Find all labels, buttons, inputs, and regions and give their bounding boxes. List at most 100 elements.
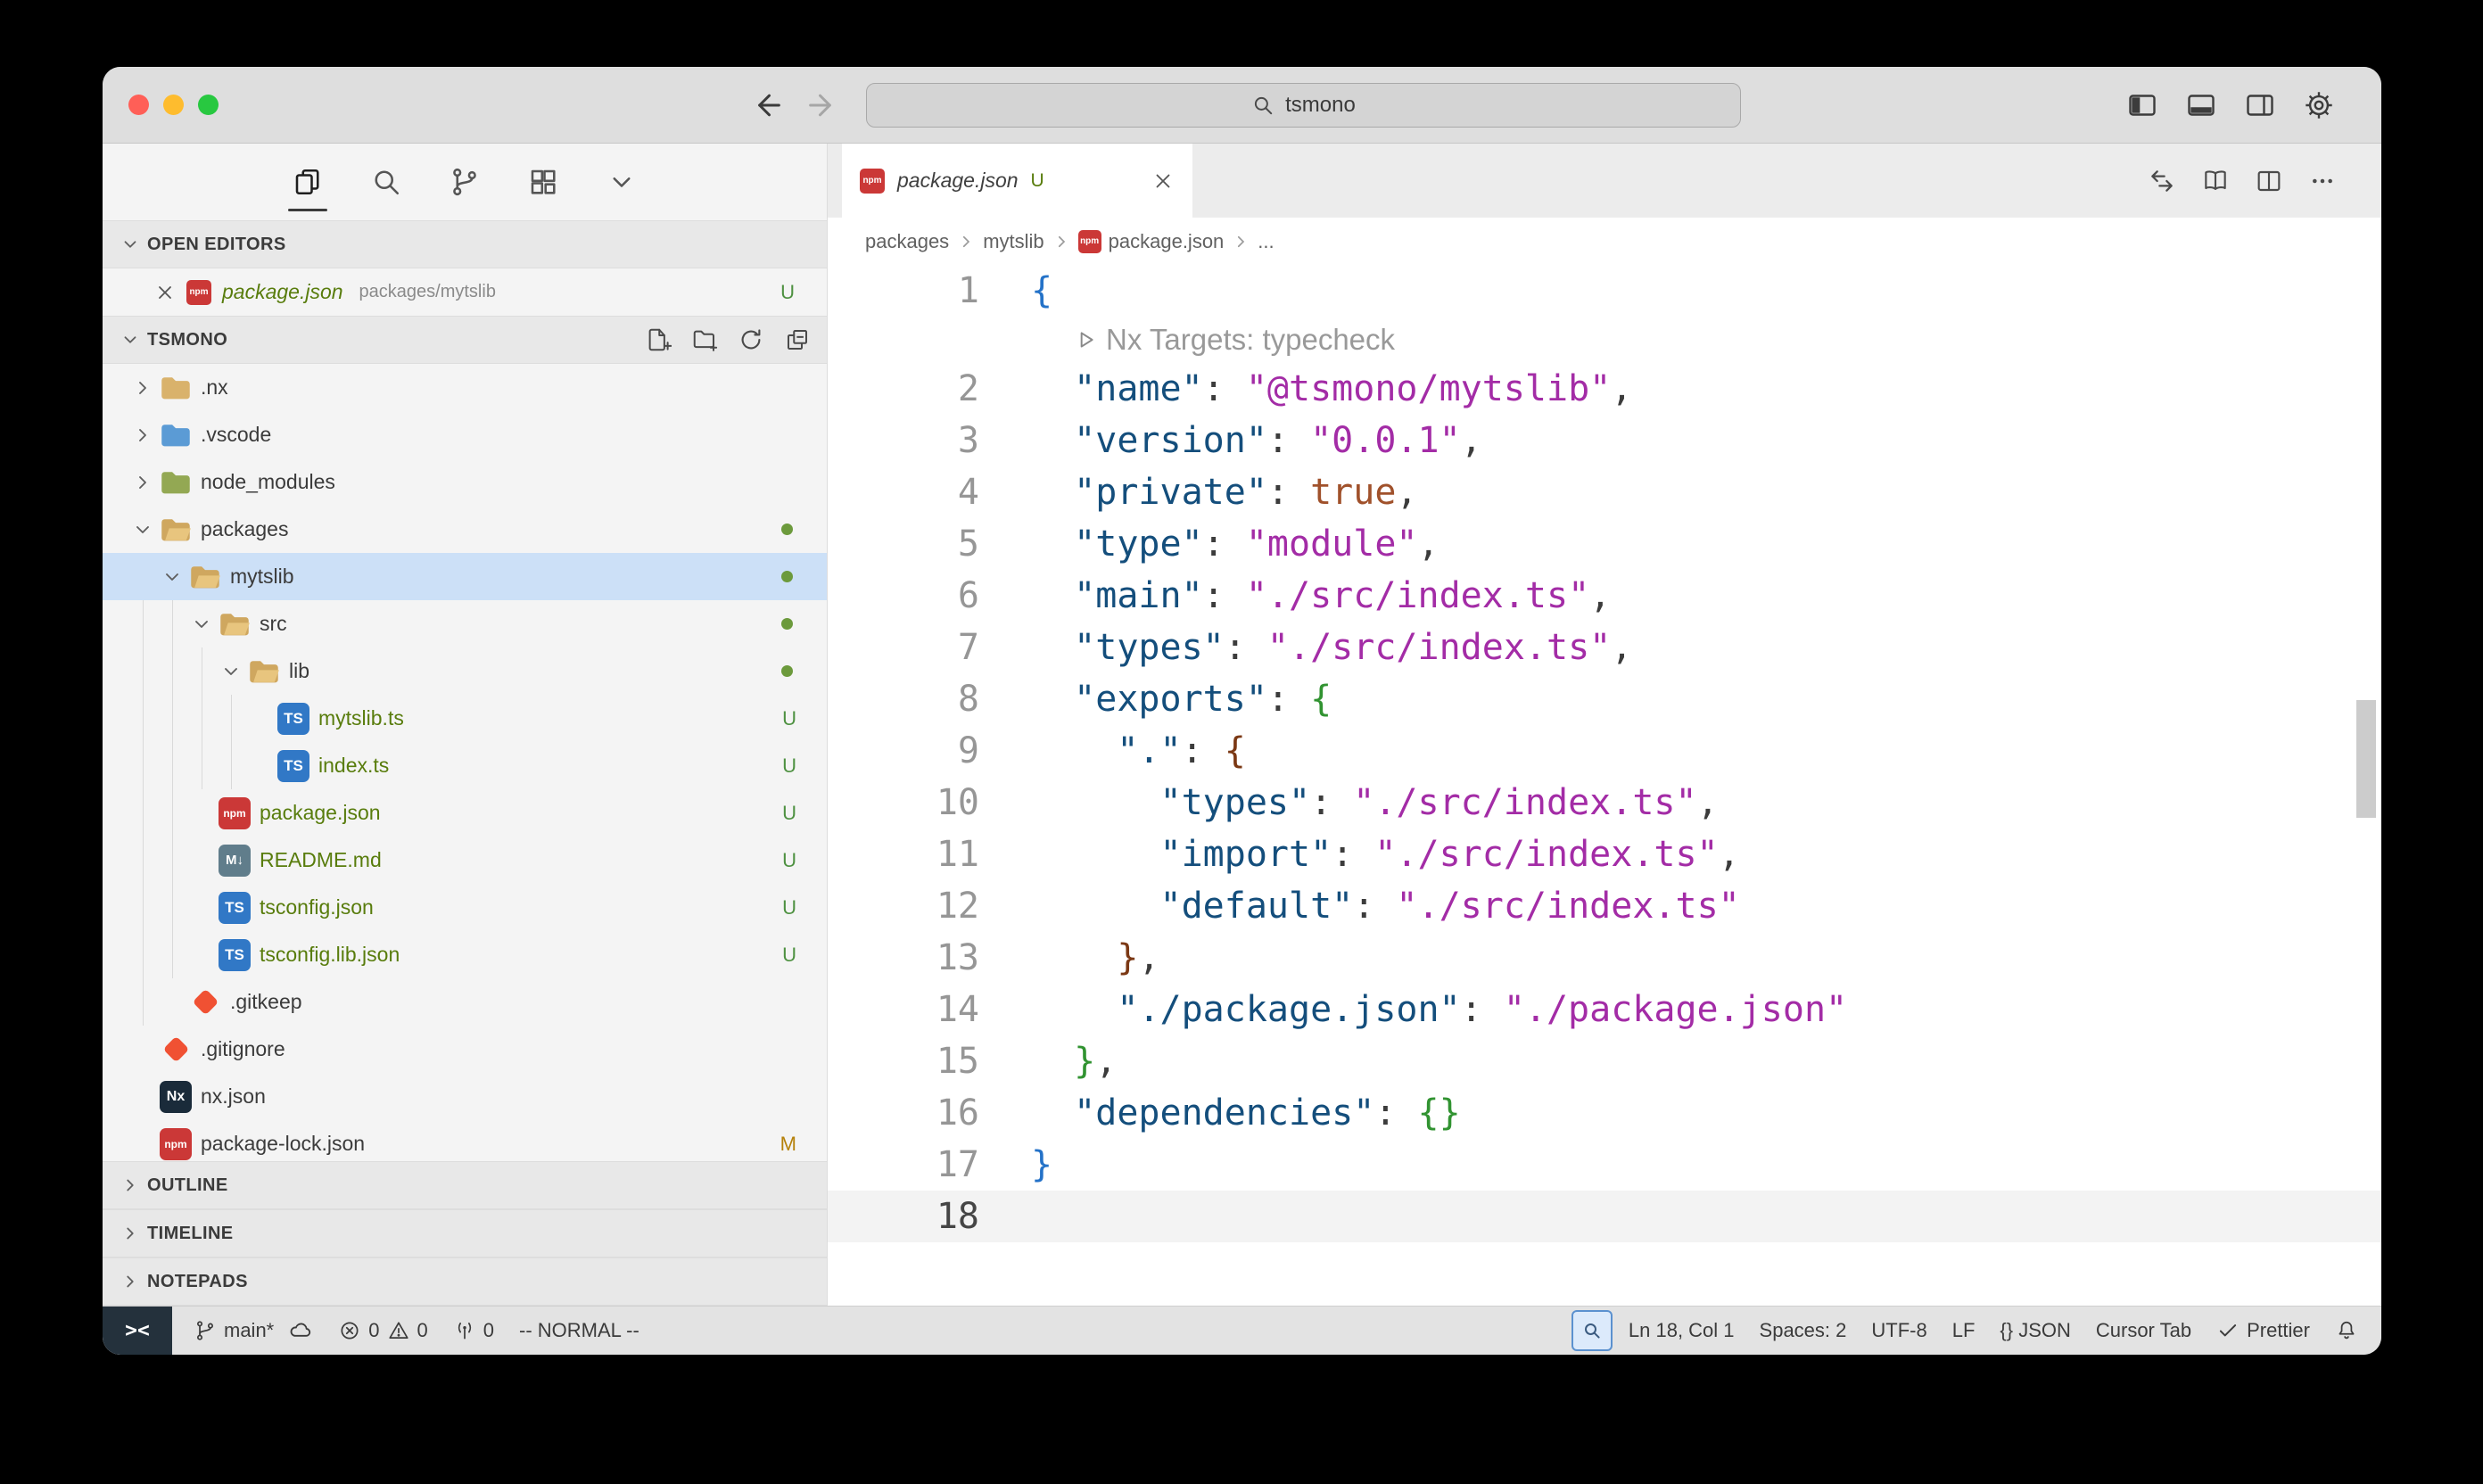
compare-changes-icon[interactable]	[2148, 167, 2176, 195]
code-line-5[interactable]: 5 "type": "module",	[828, 518, 2381, 570]
tree-item-lib[interactable]: lib	[103, 647, 827, 695]
toggle-left-panel-icon[interactable]	[2126, 89, 2158, 121]
explorer-icon[interactable]	[292, 166, 324, 198]
eol-status[interactable]: LF	[1940, 1319, 1988, 1342]
zoom-indicator[interactable]	[1571, 1310, 1613, 1351]
tree-item--gitkeep[interactable]: .gitkeep	[103, 978, 827, 1026]
code-line-16[interactable]: 16 "dependencies": {}	[828, 1087, 2381, 1139]
new-folder-icon[interactable]	[691, 326, 718, 353]
cursor-tab-status[interactable]: Cursor Tab	[2083, 1319, 2204, 1342]
code-editor[interactable]: 1{Nx Targets: typecheck2 "name": "@tsmon…	[828, 265, 2381, 1306]
tree-item-tsconfig-json[interactable]: TStsconfig.jsonU	[103, 884, 827, 931]
codelens-nx-targets[interactable]: Nx Targets: typecheck	[1008, 317, 1395, 363]
forward-arrow-icon[interactable]	[804, 87, 840, 123]
indentation-status[interactable]: Spaces: 2	[1747, 1319, 1860, 1342]
code-text: "private": true,	[1008, 466, 1418, 518]
tab-package-json[interactable]: npm package.json U	[842, 144, 1192, 218]
tree-item-readme-md[interactable]: M↓README.mdU	[103, 837, 827, 884]
close-editor-icon[interactable]	[154, 282, 176, 303]
tree-item-label: .gitignore	[201, 1037, 285, 1061]
tree-item-packages[interactable]: packages	[103, 506, 827, 553]
scrollbar-thumb[interactable]	[2356, 700, 2376, 818]
sync-status[interactable]	[286, 1307, 326, 1355]
minimize-window-button[interactable]	[163, 95, 184, 115]
code-line-14[interactable]: 14 "./package.json": "./package.json"	[828, 984, 2381, 1035]
code-line-18[interactable]: 18	[828, 1191, 2381, 1242]
vim-mode-status[interactable]: -- NORMAL --	[507, 1307, 652, 1355]
chevron-down-icon[interactable]	[186, 614, 217, 635]
open-editors-header[interactable]: OPEN EDITORS	[103, 220, 827, 268]
tree-item-nx-json[interactable]: Nxnx.json	[103, 1073, 827, 1120]
chevron-right-icon[interactable]	[128, 425, 158, 446]
code-line-12[interactable]: 12 "default": "./src/index.ts"	[828, 880, 2381, 932]
source-control-icon[interactable]	[449, 166, 481, 198]
chevron-down-icon[interactable]	[157, 566, 187, 588]
tree-item-tsconfig-lib-json[interactable]: TStsconfig.lib.jsonU	[103, 931, 827, 978]
tree-item--nx[interactable]: .nx	[103, 364, 827, 411]
toggle-bottom-panel-icon[interactable]	[2185, 89, 2217, 121]
breadcrumb-item-symbols[interactable]: ...	[1258, 230, 1274, 253]
back-arrow-icon[interactable]	[749, 87, 785, 123]
cursor-position-status[interactable]: Ln 18, Col 1	[1616, 1319, 1747, 1342]
code-line-10[interactable]: 10 "types": "./src/index.ts",	[828, 777, 2381, 829]
refresh-icon[interactable]	[738, 326, 764, 353]
code-line-1[interactable]: 1{	[828, 265, 2381, 317]
tree-item-index-ts[interactable]: TSindex.tsU	[103, 742, 827, 789]
toggle-right-panel-icon[interactable]	[2244, 89, 2276, 121]
close-window-button[interactable]	[128, 95, 149, 115]
open-editor-entry[interactable]: npm package.json packages/mytslib U	[103, 268, 827, 316]
code-line-3[interactable]: 3 "version": "0.0.1",	[828, 415, 2381, 466]
problems-status[interactable]: 0 0	[326, 1307, 441, 1355]
maximize-window-button[interactable]	[198, 95, 219, 115]
code-line-17[interactable]: 17}	[828, 1139, 2381, 1191]
formatter-status[interactable]: Prettier	[2204, 1319, 2322, 1342]
language-status[interactable]: {} JSON	[1987, 1319, 2083, 1342]
breadcrumb-item-packages[interactable]: packages	[865, 230, 949, 253]
more-actions-icon[interactable]	[2308, 167, 2337, 195]
collapse-folders-icon[interactable]	[784, 326, 811, 353]
tree-item-package-json[interactable]: npmpackage.jsonU	[103, 789, 827, 837]
tree-item-mytslib-ts[interactable]: TSmytslib.tsU	[103, 695, 827, 742]
code-line-4[interactable]: 4 "private": true,	[828, 466, 2381, 518]
tree-item--gitignore[interactable]: .gitignore	[103, 1026, 827, 1073]
timeline-header[interactable]: TIMELINE	[103, 1209, 827, 1257]
tree-item-src[interactable]: src	[103, 600, 827, 647]
chevron-down-icon[interactable]	[128, 519, 158, 540]
code-line-9[interactable]: 9 ".": {	[828, 725, 2381, 777]
token-pun: :	[1353, 886, 1396, 927]
extensions-icon[interactable]	[527, 166, 559, 198]
tree-item--vscode[interactable]: .vscode	[103, 411, 827, 458]
code-line-6[interactable]: 6 "main": "./src/index.ts",	[828, 570, 2381, 622]
notepads-header[interactable]: NOTEPADS	[103, 1257, 827, 1306]
chevron-down-icon[interactable]	[216, 661, 246, 682]
command-center-search[interactable]: tsmono	[866, 83, 1741, 128]
code-line-8[interactable]: 8 "exports": {	[828, 673, 2381, 725]
branch-status[interactable]: main*	[181, 1307, 286, 1355]
search-view-icon[interactable]	[370, 166, 402, 198]
ports-status[interactable]: 0	[441, 1307, 507, 1355]
workspace-header[interactable]: TSMONO	[103, 316, 827, 364]
code-line-13[interactable]: 13 },	[828, 932, 2381, 984]
more-views-chevron-icon[interactable]	[606, 166, 638, 198]
notifications-bell[interactable]	[2322, 1319, 2358, 1342]
code-text: "main": "./src/index.ts",	[1008, 570, 1611, 622]
tree-item-node-modules[interactable]: node_modules	[103, 458, 827, 506]
breadcrumb-item-package-json[interactable]: npm package.json	[1078, 230, 1225, 253]
open-preview-icon[interactable]	[2201, 167, 2230, 195]
code-line-2[interactable]: 2 "name": "@tsmono/mytslib",	[828, 363, 2381, 415]
chevron-right-icon[interactable]	[128, 377, 158, 399]
new-file-icon[interactable]	[645, 326, 672, 353]
code-line-7[interactable]: 7 "types": "./src/index.ts",	[828, 622, 2381, 673]
tree-item-mytslib[interactable]: mytslib	[103, 553, 827, 600]
outline-header[interactable]: OUTLINE	[103, 1161, 827, 1209]
close-tab-icon[interactable]	[1151, 169, 1175, 193]
code-line-11[interactable]: 11 "import": "./src/index.ts",	[828, 829, 2381, 880]
encoding-status[interactable]: UTF-8	[1859, 1319, 1939, 1342]
remote-indicator[interactable]: ><	[103, 1307, 172, 1355]
chevron-right-icon[interactable]	[128, 472, 158, 493]
tree-item-package-lock-json[interactable]: npmpackage-lock.jsonM	[103, 1120, 827, 1161]
breadcrumb-item-mytslib[interactable]: mytslib	[983, 230, 1044, 253]
split-editor-icon[interactable]	[2255, 167, 2283, 195]
code-line-15[interactable]: 15 },	[828, 1035, 2381, 1087]
settings-gear-icon[interactable]	[2303, 89, 2335, 121]
